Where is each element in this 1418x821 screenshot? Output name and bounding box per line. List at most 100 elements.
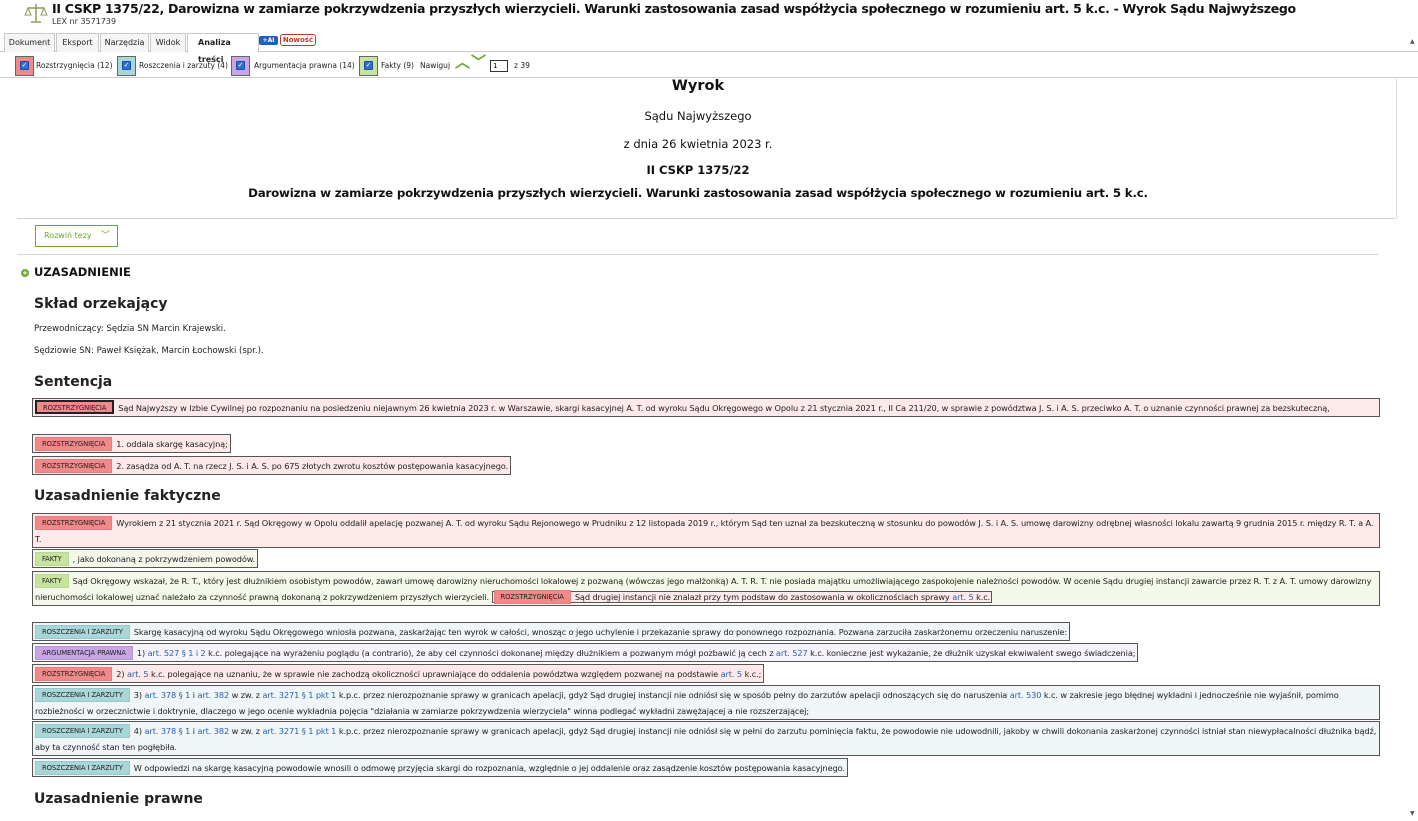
tag-fakty[interactable]: FAKTY <box>35 552 69 566</box>
paragraph-text: 1) <box>136 648 146 658</box>
paragraph-text: , jako dokonaną z pokrzywdzeniem powodów… <box>72 554 256 564</box>
paragraph-text: k.c. konieczne jest wykazanie, że dłużni… <box>810 648 1136 658</box>
sklad-heading: Skład orzekający <box>34 296 168 312</box>
checkbox-checked-icon[interactable]: ✓ <box>364 61 373 70</box>
law-link[interactable]: art. 5 <box>952 592 974 602</box>
paragraph-text: Wyrokiem z 21 stycznia 2021 r. Sąd Okręg… <box>35 518 1374 544</box>
annotated-paragraph[interactable]: ROSZCZENIA I ZARZUTY W odpowiedzi na skar… <box>32 758 848 777</box>
filter-fakty-box[interactable]: ✓ <box>359 56 378 76</box>
paragraph-text: k.c. polegające na uznaniu, że w sprawie… <box>150 669 719 679</box>
tag-argumentacja[interactable]: ARGUMENTACJA PRAWNA <box>35 646 133 660</box>
annotated-paragraph[interactable]: ROZSTRZYGNIĘCIA 1. oddala skargę kasacyjn… <box>32 434 231 453</box>
sentencja-heading: Sentencja <box>34 374 113 390</box>
paragraph-text: i <box>192 690 195 700</box>
paragraph-text: Sąd drugiej instancji nie znalazł przy t… <box>574 592 950 602</box>
navigate-down-icon[interactable]: ﹀ <box>471 55 486 70</box>
law-link[interactable]: art. 527 § 1 i 2 <box>148 648 206 658</box>
navigate-up-icon[interactable]: ︿ <box>455 55 470 70</box>
law-link[interactable]: art. 378 § 1 <box>145 726 191 736</box>
scales-of-justice-icon <box>24 4 48 23</box>
tag-rozstrzygniecia[interactable]: ROZSTRZYGNIĘCIA <box>35 516 113 530</box>
tag-roszczenia[interactable]: ROSZCZENIA I ZARZUTY <box>35 724 130 738</box>
checkbox-checked-icon[interactable]: ✓ <box>20 61 29 70</box>
navigate-label: Nawiguj <box>420 61 451 70</box>
tag-rozstrzygniecia[interactable]: ROZSTRZYGNIĘCIA <box>35 400 115 414</box>
filter-roszczenia-box[interactable]: ✓ <box>117 56 136 76</box>
checkbox-checked-icon[interactable]: ✓ <box>122 61 131 70</box>
new-badge: Nowość <box>280 34 316 46</box>
paragraph-text: k.c. polegające na wyrażeniu poglądu (a … <box>208 648 774 658</box>
paragraph-text: Skargę kasacyjną od wyroku Sądu Okręgowe… <box>133 627 1068 637</box>
tab-analiza-tresci[interactable]: Analiza treści <box>187 33 259 64</box>
tab-dokument[interactable]: Dokument <box>4 33 55 52</box>
annotated-paragraph[interactable]: ROZSTRZYGNIĘCIA 2) art. 5 k.c. polegające… <box>32 664 765 683</box>
expand-section-icon[interactable]: + <box>21 269 29 277</box>
annotated-paragraph[interactable]: ROZSTRZYGNIĘCIA Sąd Najwyższy w Izbie Cyw… <box>32 398 1380 417</box>
navigate-position-input[interactable] <box>490 60 508 72</box>
expand-theses-button[interactable]: Rozwiń tezy ﹀ <box>35 225 118 247</box>
paragraph-text: Sąd Najwyższy w Izbie Cywilnej po rozpoz… <box>118 403 1330 413</box>
law-link[interactable]: art. 378 § 1 <box>145 690 191 700</box>
judgment-thesis: Darowizna w zamiarze pokrzywdzenia przys… <box>248 186 1148 200</box>
title-bar: II CSKP 1375/22, Darowizna w zamiarze po… <box>0 0 1418 33</box>
przewodniczacy: Przewodniczący: Sędzia SN Marcin Krajews… <box>34 324 226 334</box>
annotated-paragraph[interactable]: ROSZCZENIA I ZARZUTY 4) art. 378 § 1 i ar… <box>32 721 1380 756</box>
annotated-paragraph[interactable]: ROSZCZENIA I ZARZUTY 3) art. 378 § 1 i ar… <box>32 685 1380 720</box>
paragraph-text: k.p.c. przez nierozpoznanie sprawy w gra… <box>338 690 1008 700</box>
section-uzasadnienie[interactable]: UZASADNIENIE <box>34 265 131 279</box>
paragraph-text: 1. oddala skargę kasacyjną; <box>116 439 228 449</box>
law-link[interactable]: art. 382 <box>197 690 229 700</box>
law-link[interactable]: art. 527 <box>776 648 808 658</box>
court-name: Sądu Najwyższego <box>644 109 752 123</box>
faktyczne-heading: Uzasadnienie faktyczne <box>34 488 221 504</box>
tag-rozstrzygniecia[interactable]: ROZSTRZYGNIĘCIA <box>35 459 113 473</box>
law-link[interactable]: art. 5 <box>127 669 149 679</box>
checkbox-checked-icon[interactable]: ✓ <box>236 61 245 70</box>
ai-badge: +AI <box>259 36 278 45</box>
paragraph-text: i <box>192 726 195 736</box>
paragraph-text: 2. zasądza od A. T. na rzecz J. S. i A. … <box>116 461 509 471</box>
document-title: II CSKP 1375/22, Darowizna w zamiarze po… <box>52 1 1296 16</box>
divider <box>17 254 1379 255</box>
tab-eksport[interactable]: Eksport <box>56 33 99 52</box>
annotated-paragraph[interactable]: FAKTY Sąd Okręgowy wskazał, że R. T., któ… <box>32 571 1380 606</box>
divider <box>17 218 1395 219</box>
app-window: II CSKP 1375/22, Darowizna w zamiarze po… <box>0 0 1418 821</box>
paragraph-text: 3) <box>133 690 142 700</box>
law-link[interactable]: art. 5 <box>721 669 743 679</box>
annotated-paragraph[interactable]: ROSZCZENIA I ZARZUTY Skargę kasacyjną od … <box>32 622 1071 641</box>
annotated-paragraph[interactable]: ARGUMENTACJA PRAWNA 1) art. 527 § 1 i 2 k… <box>32 643 1139 662</box>
chevron-down-icon: ﹀ <box>101 231 111 241</box>
paragraph-text: 4) <box>133 726 142 736</box>
tag-fakty[interactable]: FAKTY <box>35 574 69 588</box>
law-link[interactable]: art. 3271 § 1 pkt 1 <box>262 690 336 700</box>
filter-roszczenia-label: Roszczenia i zarzuty (4) <box>139 61 228 70</box>
tag-roszczenia[interactable]: ROSZCZENIA I ZARZUTY <box>35 761 130 775</box>
annotated-paragraph[interactable]: ROZSTRZYGNIĘCIA Wyrokiem z 21 stycznia 20… <box>32 513 1380 548</box>
judgment-heading: Wyrok <box>671 78 725 94</box>
tab-narzedzia[interactable]: Narzędzia <box>100 33 149 52</box>
case-signature: II CSKP 1375/22 <box>646 163 750 177</box>
tag-rozstrzygniecia[interactable]: ROZSTRZYGNIĘCIA <box>493 590 571 604</box>
tag-roszczenia[interactable]: ROSZCZENIA I ZARZUTY <box>35 688 130 702</box>
nested-annotation[interactable]: ROZSTRZYGNIĘCIA Sąd drugiej instancji nie… <box>491 590 993 604</box>
judgment-date: z dnia 26 kwietnia 2023 r. <box>623 137 773 151</box>
tag-rozstrzygniecia[interactable]: ROZSTRZYGNIĘCIA <box>35 437 113 451</box>
scroll-down-arrow-icon[interactable]: ▼ <box>1410 810 1415 817</box>
filter-fakty-label: Fakty (9) <box>381 61 414 70</box>
filter-rozstrzygniecia-box[interactable]: ✓ <box>15 56 34 76</box>
divider <box>1396 79 1397 219</box>
law-link[interactable]: art. 530 <box>1010 690 1042 700</box>
scroll-up-arrow-icon[interactable]: ▲ <box>1410 38 1415 45</box>
annotated-paragraph[interactable]: ROZSTRZYGNIĘCIA 2. zasądza od A. T. na rz… <box>32 456 512 475</box>
annotated-paragraph[interactable]: FAKTY, jako dokonaną z pokrzywdzeniem po… <box>32 549 259 568</box>
lex-number: LEX nr 3571739 <box>52 17 117 26</box>
tag-rozstrzygniecia[interactable]: ROZSTRZYGNIĘCIA <box>35 667 113 681</box>
filter-argumentacja-label: Argumentacja prawna (14) <box>254 61 355 70</box>
sedziowie: Sędziowie SN: Paweł Księżak, Marcin Łoch… <box>34 346 264 356</box>
law-link[interactable]: art. 3271 § 1 pkt 1 <box>262 726 336 736</box>
filter-argumentacja-box[interactable]: ✓ <box>231 56 250 76</box>
tag-roszczenia[interactable]: ROSZCZENIA I ZARZUTY <box>35 625 130 639</box>
law-link[interactable]: art. 382 <box>197 726 229 736</box>
tab-widok[interactable]: Widok <box>150 33 186 52</box>
